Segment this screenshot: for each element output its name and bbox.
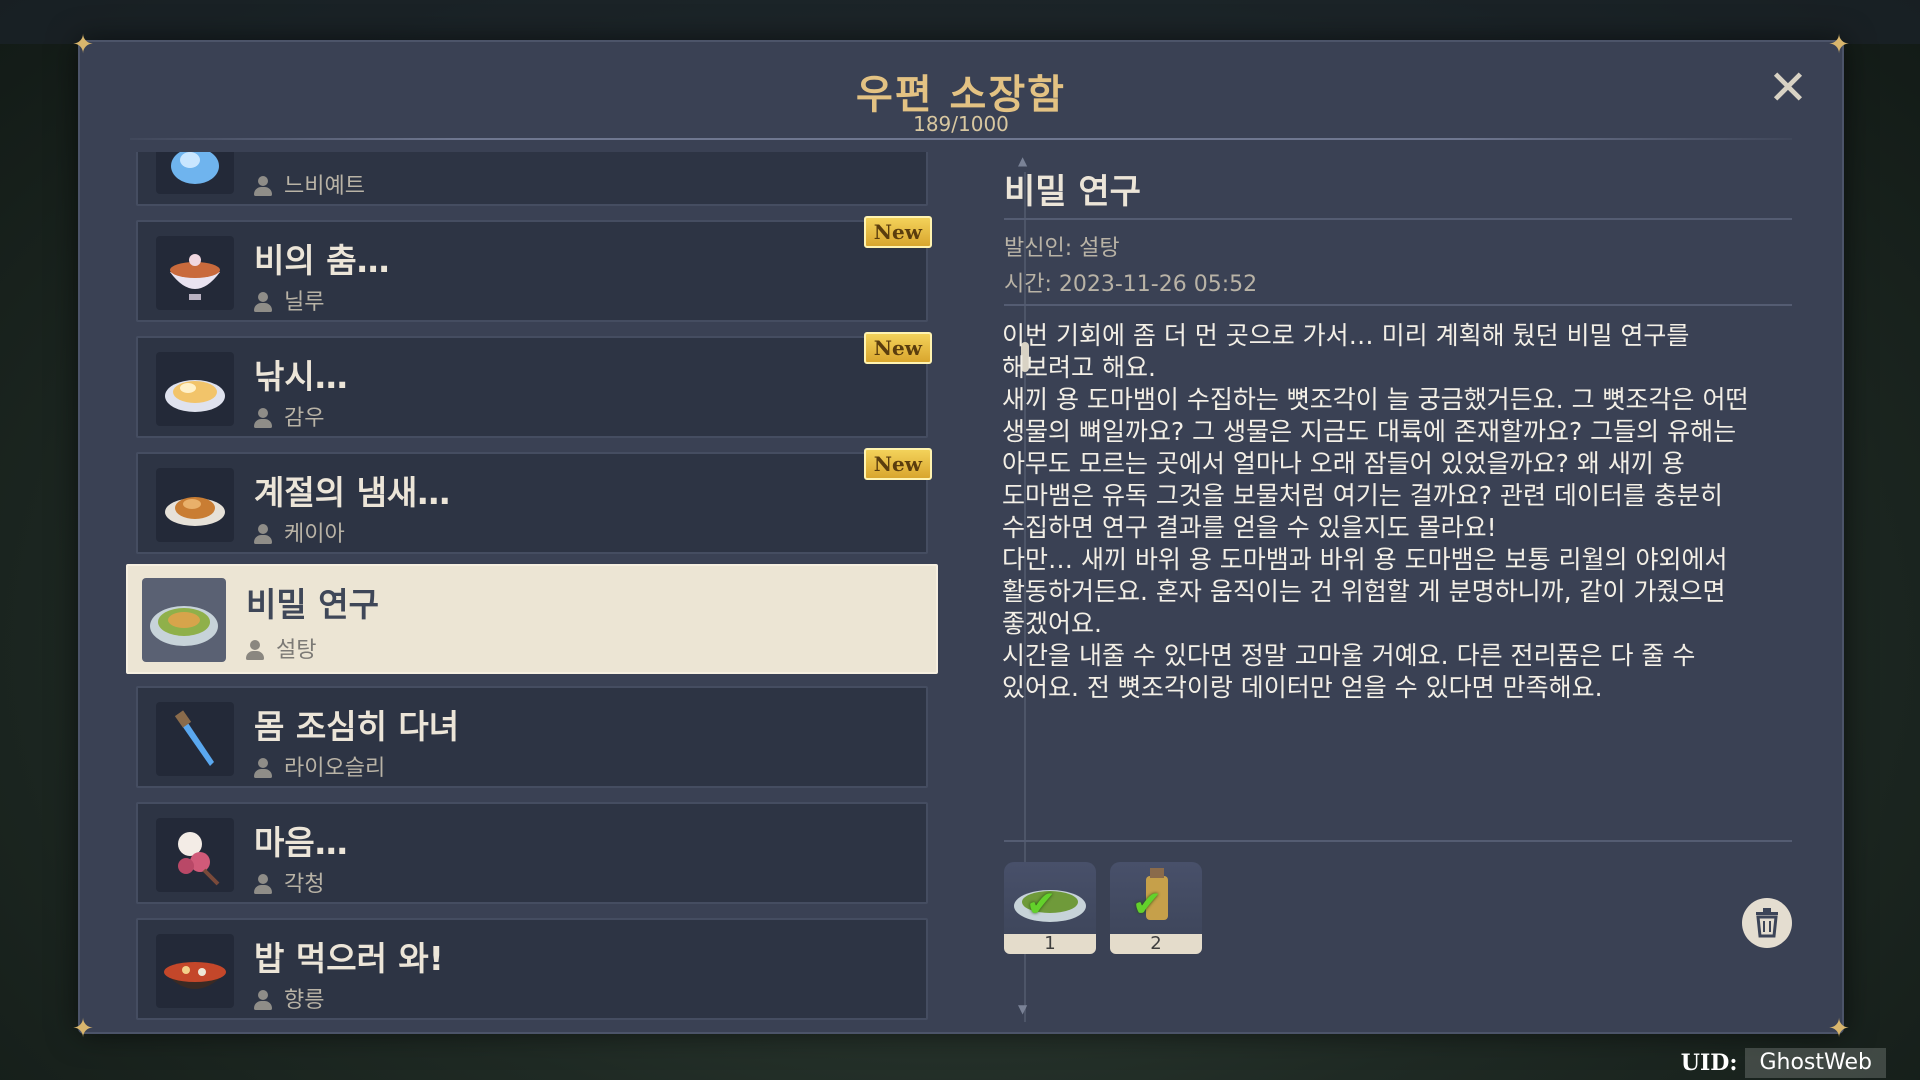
hotpot-icon [156, 934, 234, 1008]
person-icon [254, 176, 272, 196]
close-button[interactable]: ✕ [1764, 64, 1812, 112]
attachment-count: 2 [1110, 934, 1202, 954]
mail-item[interactable]: 몸 조심히 다녀 라이오슬리 [136, 686, 928, 788]
corner-ornament-icon: ✦ [72, 1014, 94, 1044]
title-divider [130, 138, 1792, 140]
mail-sender: 설탕 [246, 632, 316, 664]
new-badge: New [863, 448, 932, 480]
uid-label: UID: [1680, 1050, 1738, 1076]
detail-title: 비밀 연구 [1004, 172, 1141, 212]
mail-sender: 케이아 [254, 516, 345, 548]
mail-subject: 몸 조심히 다녀 [254, 707, 460, 746]
mail-item[interactable]: 계절의 냄새… 케이아 New [136, 448, 932, 554]
mail-sender: 느비예트 [254, 168, 365, 200]
person-icon [254, 990, 272, 1010]
mail-subject: 비의 춤… [254, 241, 390, 280]
mail-subject: 낚시… [254, 357, 348, 396]
mail-window: ✦ ✦ ✦ ✦ 우편 소장함 189/1000 ✕ 느비예트 비의 춤… 닐루 … [72, 30, 1850, 1044]
claimed-check-icon: ✔ [1132, 884, 1163, 925]
attachment-count: 1 [1004, 934, 1096, 954]
delete-button[interactable] [1742, 898, 1792, 948]
detail-divider [1004, 304, 1792, 306]
mail-subject: 비밀 연구 [246, 585, 379, 624]
mail-list[interactable]: 느비예트 비의 춤… 닐루 New 낚시… 감우 New 계절의 냄새… 케이아… [116, 152, 1016, 1032]
dagger-icon [156, 702, 234, 776]
mail-item[interactable]: 비의 춤… 닐루 New [136, 216, 932, 322]
person-icon [246, 640, 264, 660]
mail-sender: 라이오슬리 [254, 750, 385, 782]
flower-icon [156, 818, 234, 892]
person-icon [254, 524, 272, 544]
person-icon [254, 408, 272, 428]
close-icon: ✕ [1767, 60, 1809, 116]
corner-ornament-icon: ✦ [72, 30, 94, 60]
attachment-item[interactable]: ✔ 2 [1110, 862, 1202, 954]
person-icon [254, 292, 272, 312]
mail-sender: 닐루 [254, 284, 324, 316]
mail-subject: 마음… [254, 823, 348, 862]
mail-subject: 밥 먹으러 와! [254, 939, 444, 978]
mail-subject: 계절의 냄새… [254, 473, 451, 512]
uid-value: GhostWeb [1745, 1048, 1886, 1078]
detail-body: 이번 기회에 좀 더 먼 곳으로 가서… 미리 계획해 뒀던 비밀 연구를 해보… [1002, 321, 1749, 702]
dessert-bowl-icon [156, 236, 234, 310]
person-icon [254, 758, 272, 778]
mail-item[interactable]: 느비예트 [136, 152, 928, 206]
mail-item-selected[interactable]: 비밀 연구 설탕 [126, 564, 938, 674]
detail-divider [1004, 218, 1792, 220]
mail-item[interactable]: 밥 먹으러 와! 향릉 [136, 918, 928, 1020]
mail-sender: 감우 [254, 400, 324, 432]
mail-item[interactable]: 낚시… 감우 New [136, 332, 932, 438]
background-top-hud [0, 0, 1920, 44]
uid-display: UID: GhostWeb [1681, 1046, 1886, 1080]
stew-plate-icon [142, 578, 226, 662]
new-badge: New [863, 332, 932, 364]
attachment-item[interactable]: ✔ 1 [1004, 862, 1096, 954]
mail-sender: 향릉 [254, 982, 324, 1014]
corner-ornament-icon: ✦ [1828, 30, 1850, 60]
person-icon [254, 874, 272, 894]
mail-count: 189/1000 [913, 112, 1009, 136]
dumpling-plate-icon [156, 352, 234, 426]
attachments-divider [1004, 840, 1792, 842]
corner-ornament-icon: ✦ [1828, 1014, 1850, 1044]
new-badge: New [863, 216, 932, 248]
detail-sender: 발신인: 설탕 [1004, 236, 1120, 261]
mail-item[interactable]: 마음… 각청 [136, 802, 928, 904]
trash-icon [1756, 908, 1778, 938]
mail-sender: 각청 [254, 866, 324, 898]
crystal-icon [156, 152, 234, 194]
claimed-check-icon: ✔ [1026, 884, 1057, 925]
detail-time: 시간: 2023-11-26 05:52 [1004, 272, 1258, 297]
mail-detail: 비밀 연구 발신인: 설탕 시간: 2023-11-26 05:52 이번 기회… [992, 152, 1792, 1012]
roast-dish-icon [156, 468, 234, 542]
